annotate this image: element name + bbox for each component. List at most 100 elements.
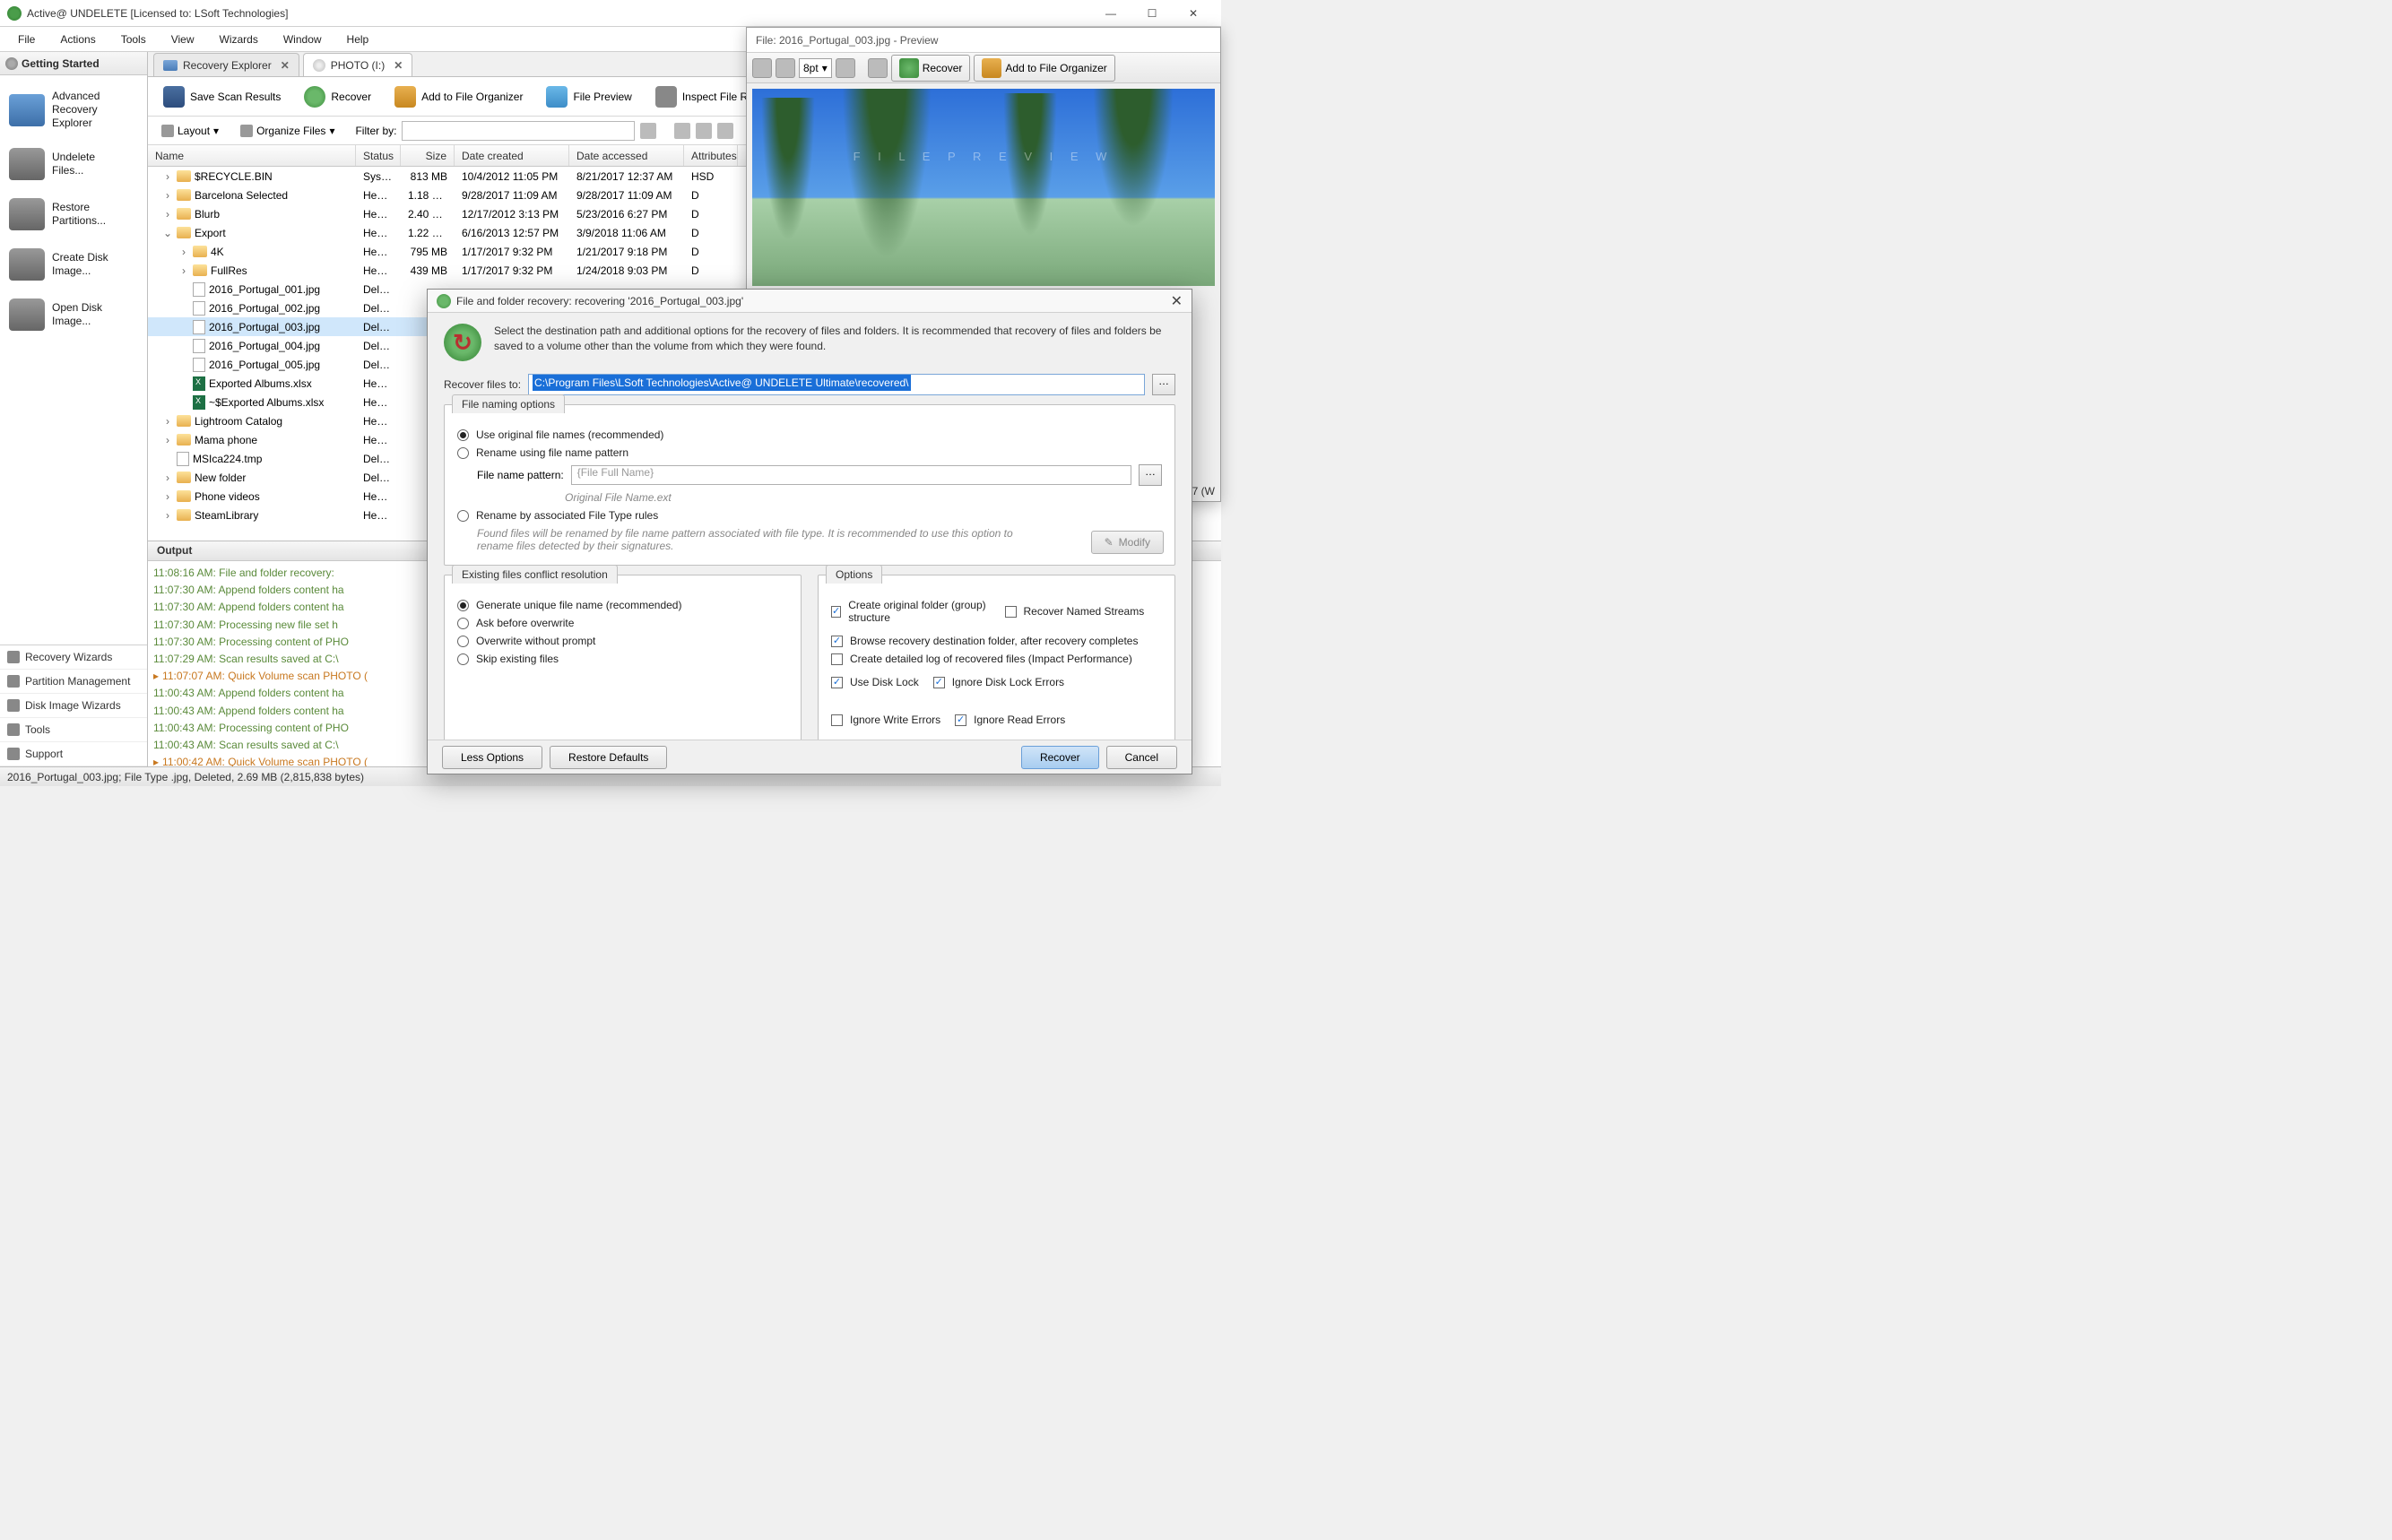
preview-button[interactable]: File Preview xyxy=(536,82,641,112)
tool-icon-1[interactable] xyxy=(674,123,690,139)
sidebar-bottom-disk-image-wizards[interactable]: Disk Image Wizards xyxy=(0,694,147,718)
column-header[interactable]: Attributes xyxy=(684,145,738,166)
expander-icon[interactable]: › xyxy=(162,189,173,202)
naming-opt-typerules[interactable]: Rename by associated File Type rules xyxy=(457,509,1162,522)
tab-close-icon[interactable]: ✕ xyxy=(394,59,403,72)
organizer-button[interactable]: Add to File Organizer xyxy=(385,82,533,112)
opt-disk-lock[interactable]: Use Disk Lock xyxy=(831,676,919,688)
folder-icon xyxy=(177,434,191,446)
menu-tools[interactable]: Tools xyxy=(108,30,159,49)
expander-icon[interactable]: › xyxy=(162,208,173,221)
expander-icon[interactable]: ⌄ xyxy=(162,227,173,239)
pattern-browse-button[interactable]: … xyxy=(1139,464,1162,486)
filter-go-icon[interactable] xyxy=(640,123,656,139)
folder-icon xyxy=(177,472,191,483)
sidebar-item-icon xyxy=(9,248,45,281)
minimize-button[interactable]: — xyxy=(1090,0,1131,27)
conflict-opt-ask[interactable]: Ask before overwrite xyxy=(457,617,788,629)
sidebar-bottom-icon xyxy=(7,651,20,663)
recovery-big-icon xyxy=(444,324,481,361)
tab-photo-i-[interactable]: PHOTO (I:)✕ xyxy=(303,53,413,76)
sidebar-bottom-recovery-wizards[interactable]: Recovery Wizards xyxy=(0,645,147,670)
preview-link-icon[interactable] xyxy=(868,58,888,78)
sidebar-item-3[interactable]: Create DiskImage... xyxy=(4,239,143,290)
organize-button[interactable]: Organize Files▾ xyxy=(232,120,342,142)
recover-path-input[interactable]: C:\Program Files\LSoft Technologies\Acti… xyxy=(528,374,1145,395)
opt-folder-structure[interactable]: Create original folder (group) structure xyxy=(831,599,989,624)
naming-opt-pattern[interactable]: Rename using file name pattern xyxy=(457,446,1162,459)
recover-icon xyxy=(899,58,919,78)
app-title: Active@ UNDELETE [Licensed to: LSoft Tec… xyxy=(27,7,1090,20)
filter-input[interactable] xyxy=(402,121,635,141)
opt-ignore-write-errors[interactable]: Ignore Write Errors xyxy=(831,714,940,726)
preview-add-organizer-button[interactable]: Add to File Organizer xyxy=(974,55,1114,82)
tool-icon-3[interactable] xyxy=(717,123,733,139)
column-header[interactable]: Date accessed xyxy=(569,145,684,166)
sidebar-item-4[interactable]: Open DiskImage... xyxy=(4,290,143,340)
preview-watermark: F I L E P R E V I E W xyxy=(752,150,1215,163)
menu-view[interactable]: View xyxy=(159,30,207,49)
opt-ignore-read-errors[interactable]: Ignore Read Errors xyxy=(955,714,1065,726)
sidebar-bottom-tools[interactable]: Tools xyxy=(0,718,147,742)
modify-button[interactable]: ✎Modify xyxy=(1091,531,1164,554)
preview-zoom-icon[interactable] xyxy=(776,58,795,78)
sidebar-bottom-support[interactable]: Support xyxy=(0,742,147,766)
row-name: Exported Albums.xlsx xyxy=(209,377,312,390)
menu-help[interactable]: Help xyxy=(334,30,382,49)
expander-icon[interactable]: › xyxy=(162,170,173,183)
sidebar-item-0[interactable]: AdvancedRecoveryExplorer xyxy=(4,81,143,139)
recover-button[interactable]: Recover xyxy=(294,82,381,112)
expander-icon[interactable]: › xyxy=(178,246,189,258)
sidebar-item-2[interactable]: RestorePartitions... xyxy=(4,189,143,239)
menu-actions[interactable]: Actions xyxy=(48,30,108,49)
conflict-opt-unique[interactable]: Generate unique file name (recommended) xyxy=(457,599,788,611)
pattern-example: Original File Name.ext xyxy=(565,491,1162,504)
conflict-opt-skip[interactable]: Skip existing files xyxy=(457,653,788,665)
layout-button[interactable]: Layout▾ xyxy=(153,120,227,142)
expander-icon[interactable]: › xyxy=(162,490,173,503)
recover-button[interactable]: Recover xyxy=(1021,746,1099,769)
folder-icon xyxy=(177,189,191,201)
cancel-button[interactable]: Cancel xyxy=(1106,746,1177,769)
preview-refresh-icon[interactable] xyxy=(836,58,855,78)
opt-named-streams[interactable]: Recover Named Streams xyxy=(1005,599,1163,624)
expander-icon[interactable]: › xyxy=(162,434,173,446)
row-name: $RECYCLE.BIN xyxy=(195,170,273,183)
sidebar-item-1[interactable]: UndeleteFiles... xyxy=(4,139,143,189)
tab-close-icon[interactable]: ✕ xyxy=(281,59,290,72)
preview-recover-button[interactable]: Recover xyxy=(891,55,971,82)
close-button[interactable]: ✕ xyxy=(1173,0,1214,27)
browse-button[interactable]: … xyxy=(1152,374,1175,395)
expander-icon[interactable]: › xyxy=(162,415,173,428)
less-options-button[interactable]: Less Options xyxy=(442,746,542,769)
column-header[interactable]: Size xyxy=(401,145,455,166)
opt-browse-after[interactable]: Browse recovery destination folder, afte… xyxy=(831,635,1162,647)
tool-icon-2[interactable] xyxy=(696,123,712,139)
column-header[interactable]: Status xyxy=(356,145,401,166)
expander-icon[interactable]: › xyxy=(178,264,189,277)
tab-recovery-explorer[interactable]: Recovery Explorer✕ xyxy=(153,53,299,76)
column-header[interactable]: Name xyxy=(148,145,356,166)
maximize-button[interactable]: ☐ xyxy=(1131,0,1173,27)
sidebar-bottom-icon xyxy=(7,675,20,688)
naming-opt-original[interactable]: Use original file names (recommended) xyxy=(457,428,1162,441)
opt-detailed-log[interactable]: Create detailed log of recovered files (… xyxy=(831,653,1162,665)
opt-ignore-lock-errors[interactable]: Ignore Disk Lock Errors xyxy=(933,676,1064,688)
sidebar-header[interactable]: Getting Started xyxy=(0,52,147,75)
menu-wizards[interactable]: Wizards xyxy=(207,30,271,49)
preview-font-select[interactable]: 8pt▾ xyxy=(799,58,832,78)
column-header[interactable]: Date created xyxy=(455,145,569,166)
menu-file[interactable]: File xyxy=(5,30,48,49)
save-button[interactable]: Save Scan Results xyxy=(153,82,290,112)
restore-defaults-button[interactable]: Restore Defaults xyxy=(550,746,667,769)
preview-image: F I L E P R E V I E W xyxy=(752,89,1215,286)
expander-icon[interactable]: › xyxy=(162,472,173,484)
menu-window[interactable]: Window xyxy=(271,30,334,49)
pattern-input[interactable]: {File Full Name} xyxy=(571,465,1131,485)
conflict-opt-overwrite[interactable]: Overwrite without prompt xyxy=(457,635,788,647)
sidebar-bottom-partition-management[interactable]: Partition Management xyxy=(0,670,147,694)
sidebar-header-label: Getting Started xyxy=(22,57,100,70)
dialog-close-button[interactable]: ✕ xyxy=(1171,292,1183,310)
expander-icon[interactable]: › xyxy=(162,509,173,522)
preview-tool-icon[interactable] xyxy=(752,58,772,78)
